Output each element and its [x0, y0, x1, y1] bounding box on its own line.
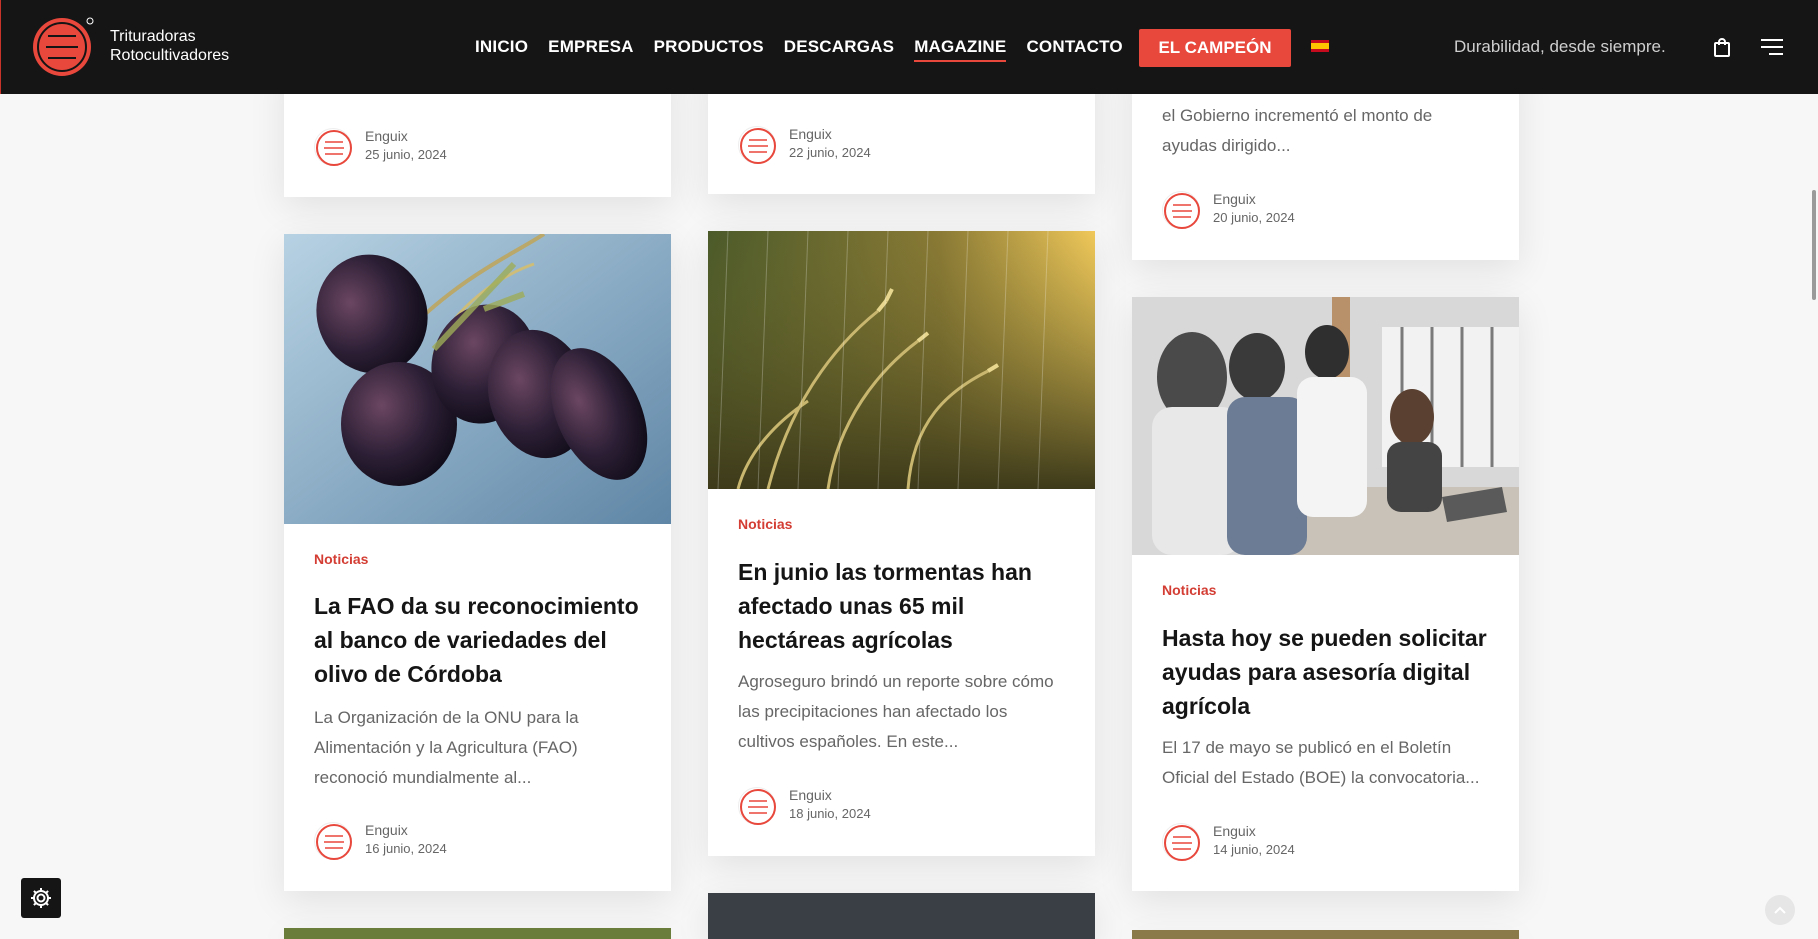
brand-text: Trituradoras Rotocultivadores [110, 27, 229, 65]
el-campeon-button[interactable]: EL CAMPEÓN [1139, 29, 1291, 67]
post-excerpt: La Organización de la ONU para la Alimen… [314, 708, 579, 787]
nav-item-descargas[interactable]: DESCARGAS [784, 31, 894, 63]
post-category[interactable]: Noticias [314, 551, 368, 567]
post-date: 16 junio, 2024 [365, 841, 447, 856]
post-date: 18 junio, 2024 [789, 806, 871, 821]
post-title[interactable]: La FAO da su reconocimiento al banco de … [314, 589, 644, 691]
brand-line-1: Trituradoras [110, 28, 196, 45]
post-date: 22 junio, 2024 [789, 145, 871, 160]
author-name: Enguix [1213, 191, 1256, 207]
post-date: 14 junio, 2024 [1213, 842, 1295, 857]
enguix-logo[interactable] [32, 16, 95, 79]
nav-item-empresa[interactable]: EMPRESA [548, 31, 633, 63]
page-scrollbar[interactable] [1812, 190, 1816, 300]
nav-item-productos[interactable]: PRODUCTOS [654, 31, 764, 63]
author-name: Enguix [365, 128, 408, 144]
main-nav: INICIO EMPRESA PRODUCTOS DESCARGAS MAGAZ… [475, 0, 1143, 94]
post-card-next-3[interactable] [1132, 930, 1519, 939]
author-avatar [314, 128, 352, 166]
site-header: Trituradoras Rotocultivadores INICIO EMP… [0, 0, 1818, 94]
author-name: Enguix [789, 126, 832, 142]
post-excerpt: Agroseguro brindó un reporte sobre cómo … [738, 672, 1054, 751]
nav-item-contacto[interactable]: CONTACTO [1026, 31, 1122, 63]
author-avatar [738, 126, 776, 164]
post-image-office-team[interactable] [1132, 297, 1519, 555]
post-card-olivo[interactable]: Noticias La FAO da su reconocimiento al … [284, 234, 671, 891]
gear-icon [31, 888, 51, 908]
settings-gear-button[interactable] [21, 878, 61, 918]
post-image-rain-field[interactable] [708, 231, 1095, 489]
tagline: Durabilidad, desde siempre. [1454, 37, 1666, 56]
nav-item-inicio[interactable]: INICIO [475, 31, 528, 63]
author-avatar [1162, 823, 1200, 861]
author-avatar [314, 822, 352, 860]
post-date: 20 junio, 2024 [1213, 210, 1295, 225]
post-image-olives[interactable] [284, 234, 671, 524]
post-title[interactable]: Hasta hoy se pueden solicitar ayudas par… [1162, 621, 1492, 723]
nav-item-magazine[interactable]: MAGAZINE [914, 31, 1007, 63]
excerpt-line-1: el Gobierno incrementó el monto de [1162, 106, 1433, 125]
author-name: Enguix [789, 787, 832, 803]
spain-flag-icon[interactable] [1311, 40, 1329, 52]
post-excerpt: El 17 de mayo se publicó en el Boletín O… [1162, 738, 1480, 787]
post-card-asesoria-digital[interactable]: Noticias Hasta hoy se pueden solicitar a… [1132, 297, 1519, 891]
shopping-bag-icon[interactable] [1714, 38, 1730, 57]
excerpt-line-2: ayudas dirigido... [1162, 136, 1291, 155]
post-card-tormentas[interactable]: Noticias En junio las tormentas han afec… [708, 231, 1095, 856]
author-name: Enguix [365, 822, 408, 838]
brand-line-2: Rotocultivadores [110, 47, 230, 64]
post-category[interactable]: Noticias [738, 516, 792, 532]
post-card-next-1[interactable] [284, 928, 671, 939]
post-excerpt: el Gobierno incrementó el monto de ayuda… [1162, 101, 1502, 161]
scroll-to-top-button[interactable] [1765, 895, 1795, 925]
author-avatar [738, 787, 776, 825]
hamburger-menu-icon[interactable] [1761, 38, 1783, 56]
author-avatar [1162, 191, 1200, 229]
post-card-next-2[interactable] [708, 893, 1095, 939]
post-date: 25 junio, 2024 [365, 147, 447, 162]
post-title[interactable]: En junio las tormentas han afectado unas… [738, 555, 1068, 657]
author-name: Enguix [1213, 823, 1256, 839]
post-category[interactable]: Noticias [1162, 582, 1216, 598]
chevron-up-icon [1774, 906, 1786, 914]
